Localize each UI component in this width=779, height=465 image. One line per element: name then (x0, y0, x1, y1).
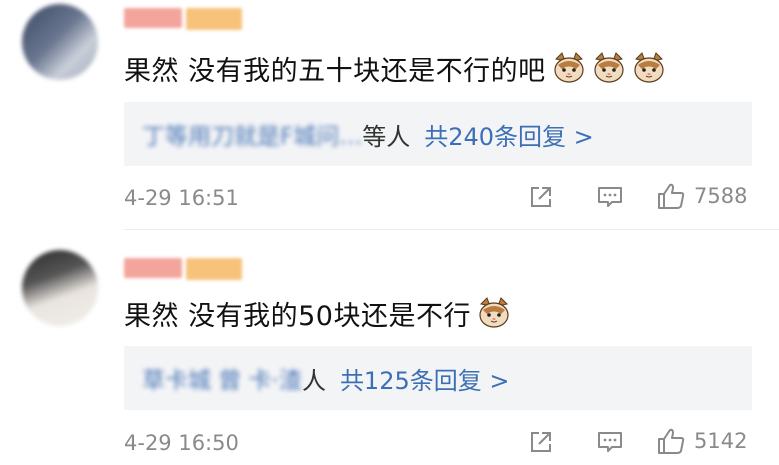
share-button[interactable] (528, 184, 554, 210)
cat-face-icon (477, 296, 511, 330)
thumbs-up-icon (658, 428, 685, 454)
reply-count-link[interactable]: 共125条回复 > (340, 361, 510, 396)
thumbs-up-icon (658, 183, 685, 209)
reply-button[interactable] (596, 429, 624, 455)
reply-user-names[interactable]: 丁等用刀就是F城问… (142, 117, 362, 151)
comment-item: 果然 没有我的五十块还是不行的吧 丁等用刀就是F城问… 等人 共240条回复 >… (0, 0, 779, 232)
divider (124, 229, 779, 230)
timestamp: 4-29 16:51 (124, 186, 239, 210)
reply-suffix: 等人 (362, 122, 411, 151)
like-button[interactable]: 7588 (656, 182, 747, 210)
reply-preview[interactable]: 草卡城 曾 卡·渣 人 共125条回复 > (124, 346, 752, 410)
comment-text-content: 果然 没有我的五十块还是不行的吧 (124, 55, 546, 87)
user-badge (186, 258, 242, 280)
comment-text: 果然 没有我的五十块还是不行的吧 (124, 48, 666, 88)
share-button[interactable] (528, 429, 554, 455)
reply-preview[interactable]: 丁等用刀就是F城问… 等人 共240条回复 > (124, 102, 752, 166)
like-count: 7588 (694, 184, 748, 208)
comment-footer: 4-29 16:51 7588 (124, 181, 754, 215)
share-icon (531, 187, 551, 207)
comment-list: 果然 没有我的五十块还是不行的吧 丁等用刀就是F城问… 等人 共240条回复 >… (0, 0, 779, 465)
reply-user-names[interactable]: 草卡城 曾 卡·渣 (142, 361, 302, 395)
comment-item: 果然 没有我的50块还是不行 草卡城 曾 卡·渣 人 共125条回复 > 4-2… (0, 236, 779, 465)
comment-footer: 4-29 16:50 5142 (124, 426, 754, 460)
username-part (124, 258, 182, 278)
cat-face-icon (632, 51, 666, 85)
cat-face-icon (552, 51, 586, 85)
username-part (124, 8, 182, 28)
comment-text-content: 果然 没有我的50块还是不行 (124, 300, 471, 332)
reply-button[interactable] (596, 184, 624, 210)
share-icon (531, 432, 551, 452)
username-blurred[interactable] (124, 8, 242, 30)
avatar[interactable] (22, 250, 98, 326)
like-count: 5142 (694, 429, 748, 453)
username-blurred[interactable] (124, 258, 242, 280)
user-badge (186, 8, 242, 30)
comment-text: 果然 没有我的50块还是不行 (124, 293, 511, 333)
reply-suffix: 人 (301, 366, 326, 395)
timestamp: 4-29 16:50 (124, 431, 239, 455)
comment-icon (598, 187, 622, 207)
like-button[interactable]: 5142 (656, 427, 747, 455)
reply-count-link[interactable]: 共240条回复 > (424, 117, 594, 152)
comment-icon (598, 432, 622, 452)
avatar[interactable] (22, 4, 98, 80)
cat-face-icon (592, 51, 626, 85)
